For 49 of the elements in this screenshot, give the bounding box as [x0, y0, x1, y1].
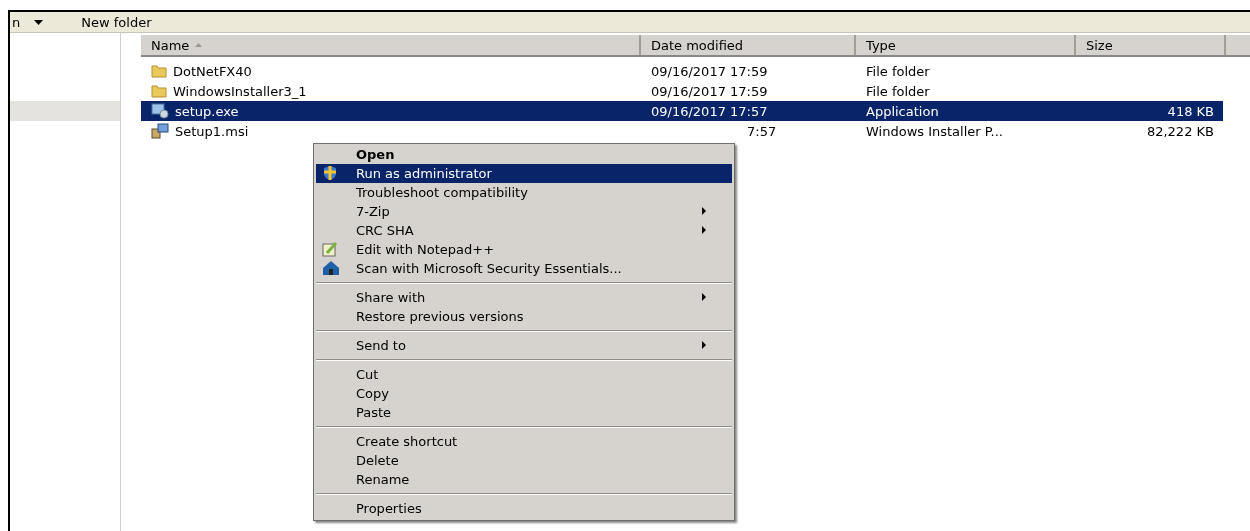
menu-item[interactable]: 7-Zip — [316, 202, 732, 221]
file-name: WindowsInstaller3_1 — [173, 83, 307, 99]
folder-icon — [151, 64, 167, 78]
file-type: File folder — [866, 63, 930, 79]
file-row[interactable]: DotNetFX40 09/16/2017 17:59 File folder — [141, 61, 1223, 81]
menu-item[interactable]: Share with — [316, 288, 732, 307]
file-name: setup.exe — [175, 103, 239, 119]
shield-icon — [322, 165, 338, 181]
menu-item[interactable]: Troubleshoot compatibility — [316, 183, 732, 202]
menu-item[interactable]: Open — [316, 145, 732, 164]
menu-item[interactable]: Delete — [316, 451, 732, 470]
folder-icon — [151, 84, 167, 98]
menu-item[interactable]: Create shortcut — [316, 432, 732, 451]
package-icon — [151, 123, 169, 139]
menu-item[interactable]: Copy — [316, 384, 732, 403]
menu-item[interactable]: Run as administrator — [316, 164, 732, 183]
file-type: File folder — [866, 83, 930, 99]
menu-item[interactable]: Send to — [316, 336, 732, 355]
file-type: Application — [866, 103, 939, 119]
file-size: 82,222 KB — [1146, 123, 1214, 139]
new-folder-button[interactable]: New folder — [81, 14, 152, 30]
date-modified: 7:57 — [747, 123, 777, 139]
house-icon — [322, 260, 340, 276]
menu-item[interactable]: Paste — [316, 403, 732, 422]
installer-icon — [151, 103, 169, 119]
menu-item[interactable]: Properties — [316, 499, 732, 518]
file-row[interactable]: WindowsInstaller3_1 09/16/2017 17:59 File folder — [141, 81, 1223, 101]
caret-icon[interactable] — [34, 19, 44, 25]
notepad-icon — [322, 241, 340, 257]
menu-item[interactable]: Edit with Notepad++ — [316, 240, 732, 259]
file-row[interactable]: setup.exe 09/16/2017 17:57 Application 418 KB — [141, 101, 1223, 121]
menu-item[interactable]: Scan with Microsoft Security Essentials... — [316, 259, 732, 278]
menu-item[interactable]: Rename — [316, 470, 732, 489]
file-row[interactable]: Setup1.msi 7:57 Windows Installer P... 82,222 KB — [141, 121, 1223, 141]
menu-fragment[interactable]: n — [12, 14, 21, 30]
file-type: Windows Installer P... — [866, 123, 1003, 139]
file-name: Setup1.msi — [175, 123, 249, 139]
column-header[interactable]: Type — [856, 35, 1076, 55]
column-header[interactable]: Name — [141, 35, 641, 55]
column-header[interactable]: Date modified — [641, 35, 856, 55]
file-size: 418 KB — [1167, 103, 1214, 119]
file-name: DotNetFX40 — [173, 63, 252, 79]
date-modified: 09/16/2017 17:59 — [651, 63, 768, 79]
date-modified: 09/16/2017 17:59 — [651, 83, 768, 99]
menu-item[interactable]: Restore previous versions — [316, 307, 732, 326]
menu-item[interactable]: Cut — [316, 365, 732, 384]
menu-item[interactable]: CRC SHA — [316, 221, 732, 240]
column-header[interactable]: Size — [1076, 35, 1226, 55]
date-modified: 09/16/2017 17:57 — [651, 103, 768, 119]
